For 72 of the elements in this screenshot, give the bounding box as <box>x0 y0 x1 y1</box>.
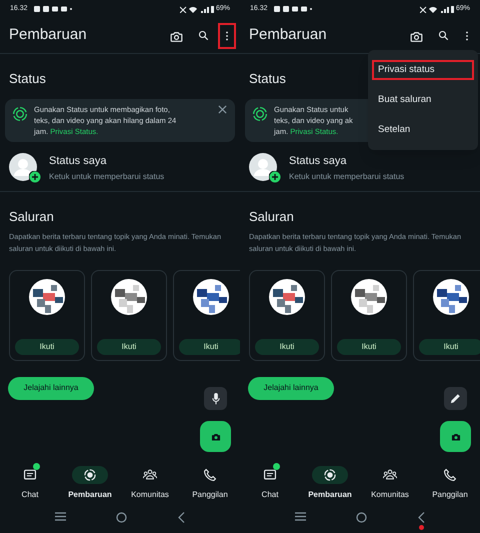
nav-label: Panggilan <box>432 489 468 501</box>
nav-tab[interactable]: Panggilan <box>420 466 480 501</box>
voice-status-button[interactable] <box>204 387 227 410</box>
more-button[interactable] <box>218 22 236 48</box>
status-ring-icon <box>12 106 28 122</box>
camera-icon <box>210 432 220 441</box>
nav-label: Chat <box>22 489 38 501</box>
add-badge-icon <box>269 170 281 183</box>
home-icon[interactable] <box>356 512 368 523</box>
close-button[interactable] <box>216 104 228 116</box>
follow-button[interactable]: Ikuti <box>337 338 401 354</box>
menu-item[interactable]: Privasi status <box>372 60 474 80</box>
more-icon <box>465 30 469 42</box>
my-status-name: Status saya <box>49 154 108 168</box>
menu-icon[interactable] <box>55 512 66 521</box>
text-status-button[interactable] <box>444 387 467 410</box>
menu-item[interactable]: Setelan <box>372 120 474 140</box>
status-icon <box>83 468 97 482</box>
camera-icon <box>450 432 460 441</box>
nav-tab[interactable]: Pembaruan <box>300 466 360 501</box>
notification-icons <box>274 6 312 12</box>
camera-fab[interactable] <box>200 421 231 452</box>
microphone-icon <box>212 392 220 404</box>
status-ring-icon <box>252 106 268 122</box>
explore-button[interactable]: Jelajahi lainnya <box>248 376 334 400</box>
pencil-icon <box>450 393 461 404</box>
follow-button[interactable]: Ikuti <box>419 338 480 354</box>
home-icon[interactable] <box>116 512 128 523</box>
nav-label: Panggilan <box>192 489 228 501</box>
follow-button[interactable]: Ikuti <box>15 338 79 354</box>
app-title: Pembaruan <box>249 25 328 46</box>
follow-button[interactable]: Ikuti <box>255 338 319 354</box>
close-icon <box>218 105 226 114</box>
nav-label: Pembaruan <box>68 489 112 501</box>
nav-label: Komunitas <box>131 489 169 501</box>
menu-item[interactable]: Buat saluran <box>372 90 474 110</box>
section-heading: Saluran <box>249 208 294 226</box>
camera-icon <box>410 30 422 42</box>
notification-icons <box>34 6 72 12</box>
menu-icon[interactable] <box>295 512 306 521</box>
nav-tab[interactable]: Chat <box>240 466 300 501</box>
section-heading: Status <box>249 70 286 88</box>
my-status-hint: Ketuk untuk memperbarui status <box>289 171 404 183</box>
search-icon <box>198 30 208 41</box>
back-icon[interactable] <box>178 512 185 523</box>
camera-icon <box>170 30 182 42</box>
my-status-hint: Ketuk untuk memperbarui status <box>49 171 164 183</box>
nav-tab[interactable]: Pembaruan <box>60 466 120 501</box>
nav-label: Komunitas <box>371 489 409 501</box>
follow-button[interactable]: Ikuti <box>179 338 240 354</box>
explore-button[interactable]: Jelajahi lainnya <box>8 376 94 400</box>
avatar-icon <box>9 152 37 181</box>
signal-icons <box>180 6 214 12</box>
nav-tab[interactable]: Komunitas <box>120 466 180 501</box>
nav-tab[interactable]: Komunitas <box>360 466 420 501</box>
nav-tab[interactable]: Chat <box>0 466 60 501</box>
nav-label: Pembaruan <box>308 489 352 501</box>
signal-icons <box>420 6 454 12</box>
nav-label: Chat <box>262 489 278 501</box>
avatar-icon <box>249 152 277 181</box>
nav-tab[interactable]: Panggilan <box>180 466 240 501</box>
more-icon <box>225 30 229 42</box>
back-icon[interactable] <box>418 512 425 523</box>
section-heading: Status <box>9 70 46 88</box>
section-heading: Saluran <box>9 208 54 226</box>
app-title: Pembaruan <box>9 25 88 46</box>
camera-fab[interactable] <box>440 421 471 452</box>
search-icon <box>438 30 448 41</box>
add-badge-icon <box>29 170 41 183</box>
follow-button[interactable]: Ikuti <box>97 338 161 354</box>
my-status-name: Status saya <box>289 154 348 168</box>
status-icon <box>323 468 337 482</box>
